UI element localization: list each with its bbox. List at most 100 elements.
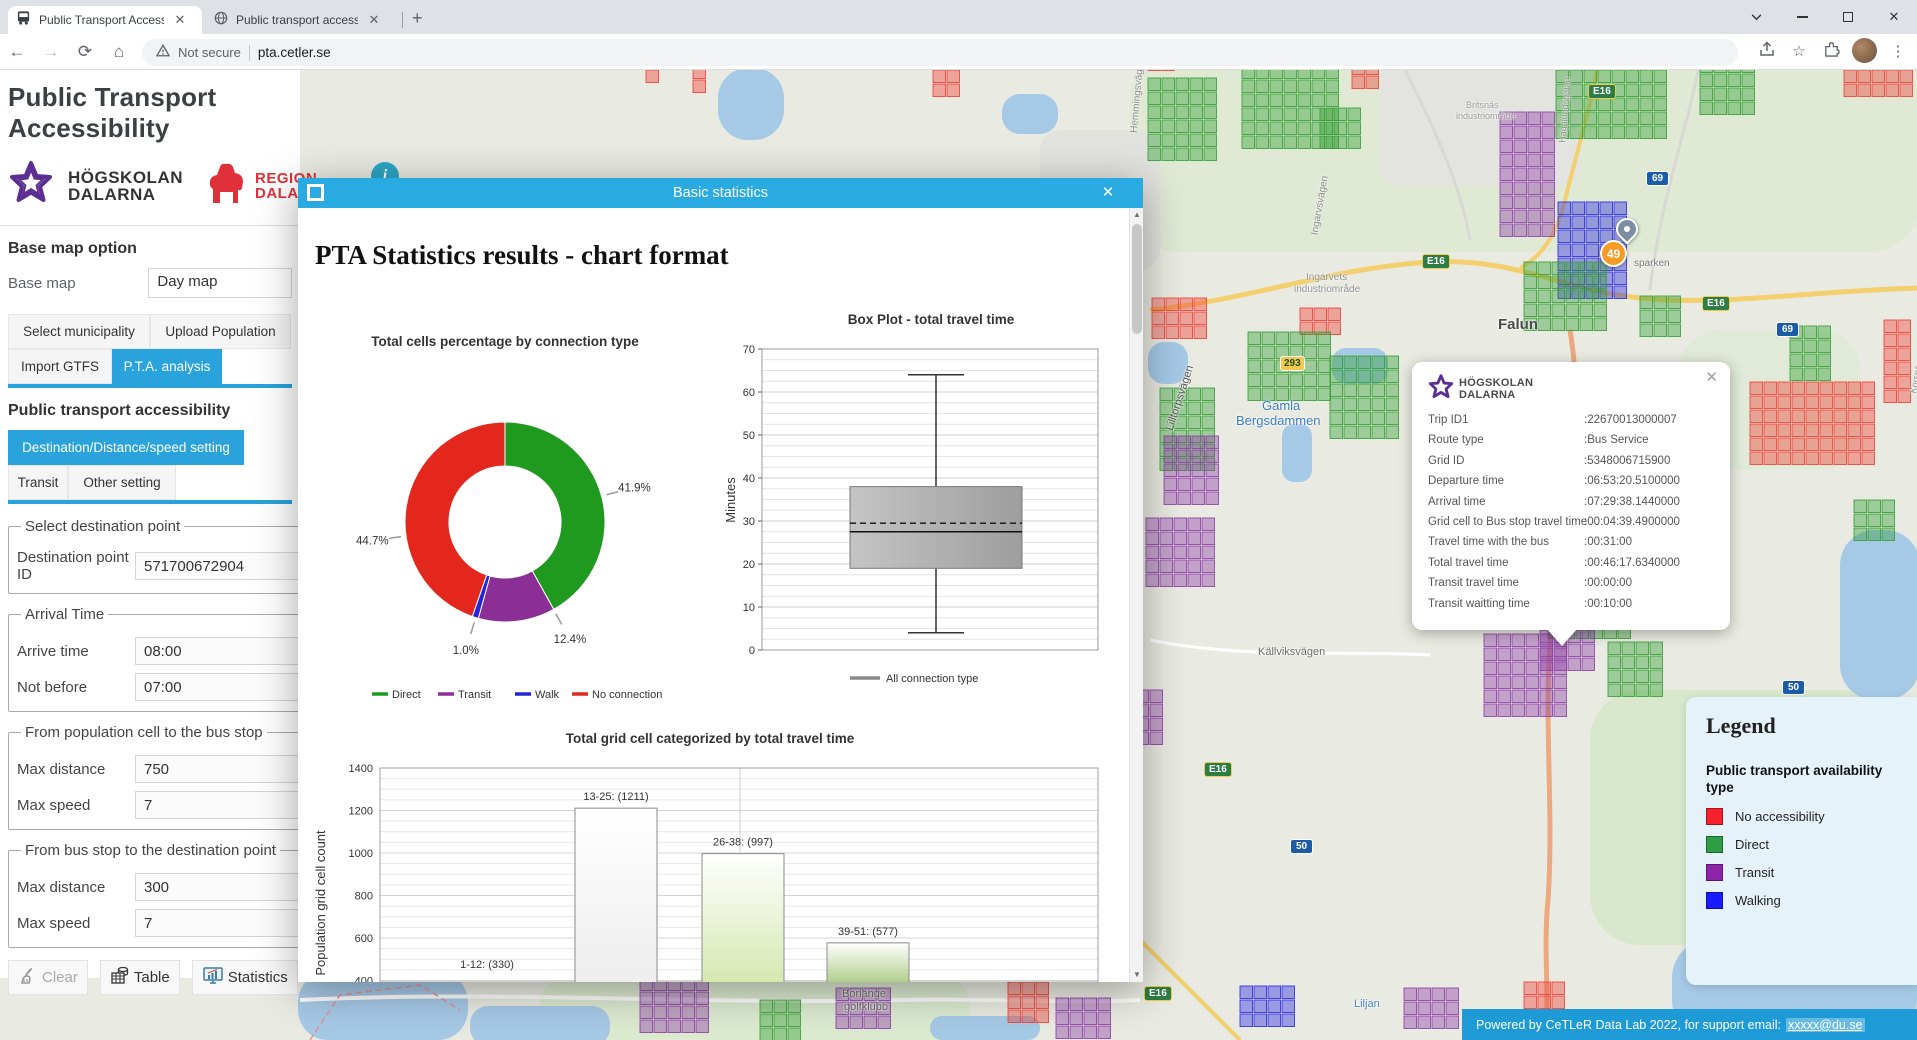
menu-kebab-icon[interactable]: ⋮ <box>1887 42 1909 60</box>
popup-data-row: Transit travel time:00:00:00 <box>1428 577 1720 589</box>
legend-swatch <box>1706 892 1723 909</box>
base-map-select[interactable]: Day map <box>148 268 292 298</box>
popup-logo-text: HÖGSKOLANDALARNA <box>1459 378 1533 401</box>
window-controls: ✕ <box>1733 0 1917 34</box>
sidebar-divider <box>0 225 300 226</box>
popup-row-value: :00:00:00 <box>1584 577 1632 589</box>
field-label: Max speed <box>17 915 135 932</box>
fieldset-legend: Arrival Time <box>21 606 108 623</box>
svg-text:1-12: (330): 1-12: (330) <box>460 959 514 971</box>
sidebar-action-buttons: ClearTableStatistics <box>8 960 292 995</box>
maximize-button[interactable] <box>1825 0 1871 34</box>
logos-row: HÖGSKOLANDALARNA REGIONDALARNA <box>8 160 292 211</box>
home-icon[interactable]: ⌂ <box>102 42 136 62</box>
browser-toolbar: ← → ⟳ ⌂ Not secure pta.cetler.se <box>0 34 1917 70</box>
boxplot-travel-time: Box Plot - total travel time010203040506… <box>715 295 1110 690</box>
map-place-label: Britsnäs <box>1466 100 1499 110</box>
base-map-heading: Base map option <box>8 240 292 258</box>
road-number-badge: E16 <box>1702 296 1730 311</box>
popup-row-label: Departure time <box>1428 475 1504 487</box>
security-label[interactable]: Not secure <box>178 45 241 60</box>
tab-search-chevron-icon[interactable] <box>1733 0 1779 34</box>
back-icon[interactable]: ← <box>0 42 34 62</box>
popup-row-label: Travel time with the bus <box>1428 536 1549 548</box>
popup-row-label: Grid cell to Bus stop travel time <box>1428 516 1587 528</box>
road-number-badge: 69 <box>1776 322 1799 337</box>
popup-close-icon[interactable]: ✕ <box>1705 368 1718 386</box>
new-tab-button[interactable]: + <box>412 8 423 29</box>
pta-tab-destination-distance-speed-setting[interactable]: Destination/Distance/speed setting <box>8 430 244 465</box>
road-number-badge: 50 <box>1290 839 1313 854</box>
tab-close-icon[interactable]: ✕ <box>172 12 188 28</box>
svg-text:26-38: (997): 26-38: (997) <box>713 837 773 849</box>
svg-text:30: 30 <box>743 516 755 528</box>
bookmark-star-icon[interactable]: ☆ <box>1788 42 1810 60</box>
sidebar-top-tabs: Select municipalityUpload Population Impo… <box>8 314 292 384</box>
browser-tab-2[interactable]: Public transport accessibility ✕ <box>206 6 398 34</box>
forward-icon[interactable]: → <box>34 42 68 62</box>
tab-divider <box>402 12 403 28</box>
map-place-label: Liljan <box>1354 998 1380 1010</box>
legend-swatch <box>1706 836 1723 853</box>
svg-text:Box Plot - total travel time: Box Plot - total travel time <box>848 312 1015 327</box>
popup-row-value: :06:53:20.5100000 <box>1584 475 1680 487</box>
road-number-badge: E16 <box>1588 84 1616 99</box>
legend-item-direct: Direct <box>1706 836 1917 853</box>
url-text[interactable]: pta.cetler.se <box>258 45 331 60</box>
fieldset-legend: From population cell to the bus stop <box>21 724 267 741</box>
broom-icon <box>18 967 38 989</box>
table-button[interactable]: Table <box>100 960 180 995</box>
popup-row-value: :22670013000007 <box>1584 414 1677 426</box>
footer-email-link[interactable]: xxxxx@du.se <box>1786 1018 1865 1032</box>
svg-text:1000: 1000 <box>349 848 373 860</box>
address-bar[interactable]: Not secure pta.cetler.se <box>142 39 1738 66</box>
popup-data-row: Route type:Bus Service <box>1428 434 1720 446</box>
close-window-button[interactable]: ✕ <box>1871 0 1917 34</box>
svg-text:No connection: No connection <box>592 689 662 701</box>
road-number-badge: 293 <box>1280 356 1305 371</box>
statistics-button[interactable]: Statistics <box>192 960 298 995</box>
dialog-titlebar[interactable]: Basic statistics <box>298 178 1143 208</box>
minimize-button[interactable] <box>1779 0 1825 34</box>
svg-text:40: 40 <box>743 473 755 485</box>
sidebar-tab-p-t-a-analysis[interactable]: P.T.A. analysis <box>112 349 222 384</box>
dialog-restore-icon[interactable] <box>307 184 324 201</box>
dialog-scrollbar[interactable]: ▲ ▼ <box>1129 208 1143 982</box>
share-icon[interactable] <box>1756 41 1778 61</box>
sidebar-tab-select-municipality[interactable]: Select municipality <box>8 314 150 349</box>
basic-statistics-dialog: Basic statistics ✕ PTA Statistics result… <box>298 178 1143 982</box>
sidebar-tab-upload-population[interactable]: Upload Population <box>150 314 291 349</box>
legend-swatch <box>1706 808 1723 825</box>
scroll-down-icon[interactable]: ▼ <box>1130 968 1144 982</box>
road-number-badge: 69 <box>1646 171 1669 186</box>
browser-tab-1[interactable]: Public Transport Accessibility ✕ <box>8 6 202 34</box>
popup-row-value: :Bus Service <box>1584 434 1649 446</box>
legend-title: Legend <box>1706 713 1917 739</box>
tab-close-icon[interactable]: ✕ <box>366 12 382 28</box>
pta-tab-other-setting[interactable]: Other setting <box>68 465 176 500</box>
field-label: Arrive time <box>17 643 135 660</box>
svg-text:44.7%: 44.7% <box>356 536 389 548</box>
bus-icon <box>16 10 31 30</box>
scrollbar-thumb[interactable] <box>1132 224 1142 334</box>
popup-row-value: :5348006715900 <box>1584 455 1670 467</box>
popup-row-label: Grid ID <box>1428 455 1464 467</box>
pta-tabs: Destination/Distance/speed settingTransi… <box>8 430 292 500</box>
svg-text:Total cells percentage by conn: Total cells percentage by connection typ… <box>371 334 639 349</box>
map-marker-count-badge[interactable]: 49 <box>1600 240 1627 267</box>
popup-row-value: :00:46:17.6340000 <box>1584 557 1680 569</box>
road-number-badge: E16 <box>1144 986 1172 1001</box>
extensions-puzzle-icon[interactable] <box>1820 40 1842 61</box>
pta-tab-transit[interactable]: Transit <box>8 465 68 500</box>
warning-icon <box>156 44 170 62</box>
clear-button[interactable]: Clear <box>8 960 88 995</box>
reload-icon[interactable]: ⟳ <box>68 42 102 62</box>
sidebar-tab-import-gtfs[interactable]: Import GTFS <box>8 349 112 384</box>
popup-data-row: Trip ID1:22670013000007 <box>1428 414 1720 426</box>
scroll-up-icon[interactable]: ▲ <box>1130 208 1144 222</box>
popup-star-icon <box>1428 374 1454 405</box>
svg-text:0: 0 <box>749 645 755 657</box>
top-tabs-underline <box>8 384 292 388</box>
profile-avatar[interactable] <box>1852 38 1877 63</box>
dialog-close-icon[interactable]: ✕ <box>1099 183 1117 201</box>
